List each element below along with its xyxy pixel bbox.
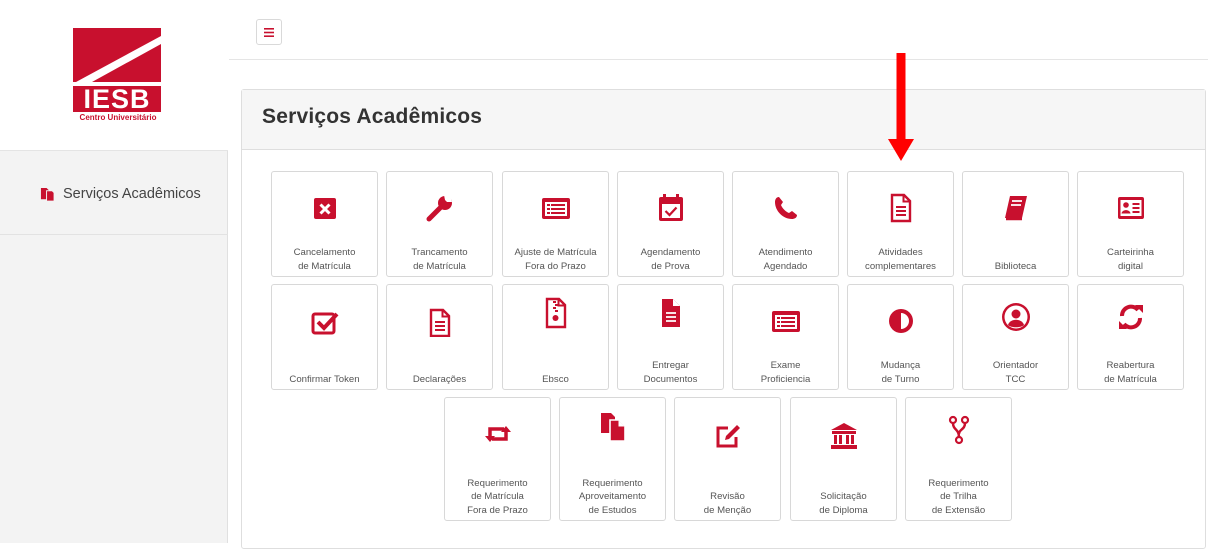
menu-toggle-button[interactable] [256, 19, 282, 45]
cancel-square-icon [313, 198, 336, 219]
file-zip-icon [545, 297, 566, 329]
tile-label: Confirmar Token [289, 373, 360, 385]
sidebar-item-label: Serviços Acadêmicos [63, 186, 201, 202]
tile-orientador-tcc[interactable]: Orientador TCC [962, 284, 1069, 390]
tile-label: Orientador TCC [992, 360, 1039, 385]
code-fork-icon [948, 415, 969, 445]
university-icon [830, 423, 857, 449]
calendar-check-icon [658, 194, 683, 221]
adjust-icon [888, 309, 913, 333]
check-square-icon [311, 312, 338, 335]
tile-revisao-mencao[interactable]: Revisão de Menção [674, 397, 781, 521]
page-title: Serviços Acadêmicos [262, 105, 483, 128]
tile-label: Reabertura de Matrícula [1104, 360, 1157, 385]
tile-exame-proficiencia[interactable]: Exame Proficiencia [732, 284, 839, 390]
tile-requerimento-trilha-extensao[interactable]: Requerimento de Trilha de Extensão [905, 397, 1012, 521]
tile-label: Entregar Documentos [643, 360, 698, 385]
tile-label: Revisão de Menção [703, 491, 752, 516]
logo[interactable]: IESB Centro Universitário [0, 10, 228, 151]
tile-entregar-documentos[interactable]: Entregar Documentos [617, 284, 724, 390]
tile-ebsco[interactable]: Ebsco [502, 284, 609, 390]
tile-label: Requerimento Aproveitamento de Estudos [578, 477, 647, 516]
tile-label: Exame Proficiencia [760, 360, 811, 385]
file-solid-icon [661, 299, 680, 327]
id-card-icon [1117, 197, 1144, 219]
topbar [229, 10, 1208, 60]
tile-label: Biblioteca [994, 260, 1037, 272]
tile-declaracoes[interactable]: Declarações [386, 284, 493, 390]
copy-icon [40, 187, 55, 202]
copy-icon [600, 413, 626, 442]
svg-text:IESB: IESB [83, 84, 150, 114]
tile-label: Carteirinha digital [1107, 247, 1154, 272]
list-alt-icon [541, 198, 570, 219]
tile-cancelamento[interactable]: Cancelamento de Matrícula [271, 171, 378, 277]
edit-icon [716, 425, 740, 448]
book-icon [1004, 196, 1027, 221]
tile-mudanca-turno[interactable]: Mudança de Turno [847, 284, 954, 390]
tile-biblioteca[interactable]: Biblioteca [962, 171, 1069, 277]
tile-label: Atendimento Agendado [758, 247, 813, 272]
tile-label: Declarações [412, 373, 467, 385]
hamburger-icon [264, 27, 274, 37]
phone-icon [774, 197, 797, 219]
tile-label: Ebsco [542, 373, 569, 385]
arrow-down-icon [888, 53, 914, 161]
tile-agendamento-prova[interactable]: Agendamento de Prova [617, 171, 724, 277]
tile-solicitacao-diploma[interactable]: Solicitação de Diploma [790, 397, 897, 521]
tile-label: Solicitação de Diploma [819, 491, 868, 516]
refresh-icon [1118, 304, 1143, 330]
tile-label: Cancelamento de Matrícula [293, 247, 356, 272]
sidebar-item-servicos-academicos[interactable]: Serviços Acadêmicos [0, 152, 228, 235]
tile-label: Requerimento de Trilha de Extensão [928, 477, 989, 516]
tile-label: Requerimento de Matrícula Fora de Prazo [467, 477, 528, 516]
user-circle-icon [1001, 303, 1030, 331]
panel-header: Serviços Acadêmicos [242, 90, 1205, 150]
sidebar: IESB Centro Universitário Serviços Acadê… [0, 10, 228, 543]
tile-requerimento-aproveitamento[interactable]: Requerimento Aproveitamento de Estudos [559, 397, 666, 521]
iesb-logo-icon: IESB [73, 28, 161, 114]
tile-confirmar-token[interactable]: Confirmar Token [271, 284, 378, 390]
logo-subtitle: Centro Universitário [79, 113, 157, 122]
file-text-icon [890, 193, 911, 223]
tile-label: Atividades complementares [865, 247, 936, 272]
tile-label: Agendamento de Prova [640, 247, 701, 272]
tile-label: Trancamento de Matrícula [411, 247, 468, 272]
tile-label: Mudança de Turno [880, 360, 921, 385]
list-alt-icon [771, 311, 800, 332]
tile-requerimento-matricula-fora-prazo[interactable]: Requerimento de Matrícula Fora de Prazo [444, 397, 551, 521]
file-text-icon [429, 308, 450, 337]
wrench-icon [426, 195, 452, 222]
tile-trancamento[interactable]: Trancamento de Matrícula [386, 171, 493, 277]
tile-ajuste-matricula[interactable]: Ajuste de Matrícula Fora do Prazo [502, 171, 609, 277]
tile-atividades-complementares[interactable]: Atividades complementares [847, 171, 954, 277]
tile-atendimento[interactable]: Atendimento Agendado [732, 171, 839, 277]
tile-reabertura[interactable]: Reabertura de Matrícula [1077, 284, 1184, 390]
retweet-icon [484, 426, 511, 442]
tile-carteirinha[interactable]: Carteirinha digital [1077, 171, 1184, 277]
tile-label: Ajuste de Matrícula Fora do Prazo [514, 247, 597, 272]
